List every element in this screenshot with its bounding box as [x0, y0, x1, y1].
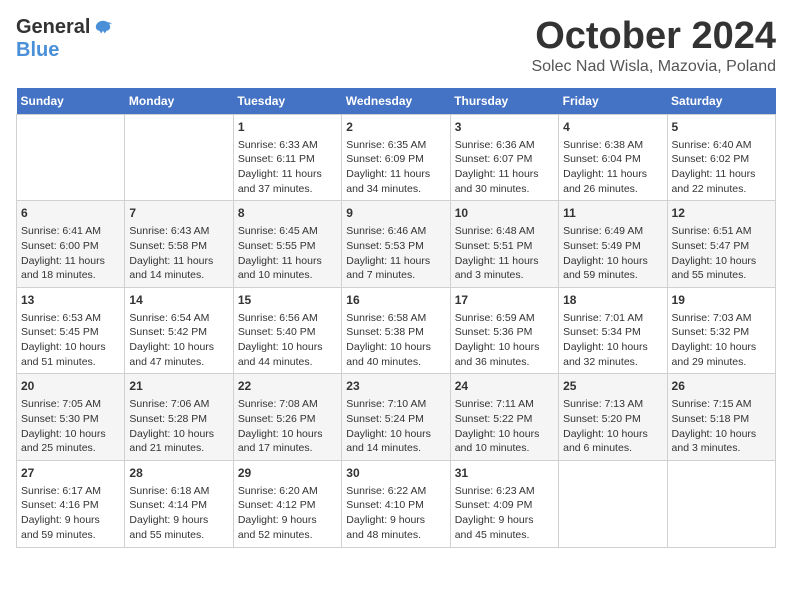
- logo-general-text: General: [16, 16, 90, 39]
- calendar-cell: 25Sunrise: 7:13 AMSunset: 5:20 PMDayligh…: [559, 374, 667, 461]
- calendar-cell: 29Sunrise: 6:20 AMSunset: 4:12 PMDayligh…: [233, 460, 341, 547]
- logo-blue-text: Blue: [16, 39, 59, 62]
- calendar-cell: 3Sunrise: 6:36 AMSunset: 6:07 PMDaylight…: [450, 114, 558, 201]
- calendar-cell: 7Sunrise: 6:43 AMSunset: 5:58 PMDaylight…: [125, 201, 233, 288]
- calendar-cell: 14Sunrise: 6:54 AMSunset: 5:42 PMDayligh…: [125, 287, 233, 374]
- day-number: 30: [346, 465, 445, 482]
- location-text: Solec Nad Wisla, Mazovia, Poland: [531, 58, 776, 76]
- calendar-table: SundayMondayTuesdayWednesdayThursdayFrid…: [16, 88, 776, 548]
- day-number: 24: [455, 378, 554, 395]
- day-number: 3: [455, 119, 554, 136]
- calendar-week-row: 20Sunrise: 7:05 AMSunset: 5:30 PMDayligh…: [17, 374, 776, 461]
- day-number: 2: [346, 119, 445, 136]
- calendar-cell: 27Sunrise: 6:17 AMSunset: 4:16 PMDayligh…: [17, 460, 125, 547]
- day-header-sunday: Sunday: [17, 88, 125, 115]
- calendar-cell: 31Sunrise: 6:23 AMSunset: 4:09 PMDayligh…: [450, 460, 558, 547]
- day-header-friday: Friday: [559, 88, 667, 115]
- calendar-cell: 18Sunrise: 7:01 AMSunset: 5:34 PMDayligh…: [559, 287, 667, 374]
- day-number: 17: [455, 292, 554, 309]
- day-number: 28: [129, 465, 228, 482]
- calendar-week-row: 27Sunrise: 6:17 AMSunset: 4:16 PMDayligh…: [17, 460, 776, 547]
- calendar-cell: 24Sunrise: 7:11 AMSunset: 5:22 PMDayligh…: [450, 374, 558, 461]
- day-number: 5: [672, 119, 771, 136]
- logo-bird-icon: [94, 19, 112, 37]
- day-number: 16: [346, 292, 445, 309]
- calendar-cell: 30Sunrise: 6:22 AMSunset: 4:10 PMDayligh…: [342, 460, 450, 547]
- calendar-cell: 16Sunrise: 6:58 AMSunset: 5:38 PMDayligh…: [342, 287, 450, 374]
- day-number: 10: [455, 205, 554, 222]
- calendar-cell: 1Sunrise: 6:33 AMSunset: 6:11 PMDaylight…: [233, 114, 341, 201]
- calendar-cell: 9Sunrise: 6:46 AMSunset: 5:53 PMDaylight…: [342, 201, 450, 288]
- calendar-cell: [17, 114, 125, 201]
- day-number: 9: [346, 205, 445, 222]
- day-number: 15: [238, 292, 337, 309]
- calendar-cell: 15Sunrise: 6:56 AMSunset: 5:40 PMDayligh…: [233, 287, 341, 374]
- calendar-cell: 19Sunrise: 7:03 AMSunset: 5:32 PMDayligh…: [667, 287, 775, 374]
- day-number: 23: [346, 378, 445, 395]
- calendar-cell: 2Sunrise: 6:35 AMSunset: 6:09 PMDaylight…: [342, 114, 450, 201]
- day-number: 27: [21, 465, 120, 482]
- day-number: 13: [21, 292, 120, 309]
- calendar-cell: 13Sunrise: 6:53 AMSunset: 5:45 PMDayligh…: [17, 287, 125, 374]
- day-number: 6: [21, 205, 120, 222]
- day-number: 4: [563, 119, 662, 136]
- calendar-cell: 6Sunrise: 6:41 AMSunset: 6:00 PMDaylight…: [17, 201, 125, 288]
- day-number: 21: [129, 378, 228, 395]
- day-header-saturday: Saturday: [667, 88, 775, 115]
- calendar-cell: 10Sunrise: 6:48 AMSunset: 5:51 PMDayligh…: [450, 201, 558, 288]
- day-number: 19: [672, 292, 771, 309]
- day-number: 22: [238, 378, 337, 395]
- day-number: 7: [129, 205, 228, 222]
- day-number: 29: [238, 465, 337, 482]
- calendar-cell: [667, 460, 775, 547]
- month-title: October 2024: [531, 16, 776, 58]
- calendar-cell: [559, 460, 667, 547]
- calendar-week-row: 6Sunrise: 6:41 AMSunset: 6:00 PMDaylight…: [17, 201, 776, 288]
- calendar-cell: 4Sunrise: 6:38 AMSunset: 6:04 PMDaylight…: [559, 114, 667, 201]
- day-number: 25: [563, 378, 662, 395]
- day-header-tuesday: Tuesday: [233, 88, 341, 115]
- calendar-cell: 21Sunrise: 7:06 AMSunset: 5:28 PMDayligh…: [125, 374, 233, 461]
- calendar-week-row: 1Sunrise: 6:33 AMSunset: 6:11 PMDaylight…: [17, 114, 776, 201]
- day-number: 1: [238, 119, 337, 136]
- day-number: 31: [455, 465, 554, 482]
- title-section: October 2024 Solec Nad Wisla, Mazovia, P…: [531, 16, 776, 76]
- calendar-cell: 5Sunrise: 6:40 AMSunset: 6:02 PMDaylight…: [667, 114, 775, 201]
- day-number: 12: [672, 205, 771, 222]
- day-number: 11: [563, 205, 662, 222]
- calendar-cell: 20Sunrise: 7:05 AMSunset: 5:30 PMDayligh…: [17, 374, 125, 461]
- day-number: 18: [563, 292, 662, 309]
- calendar-cell: [125, 114, 233, 201]
- calendar-cell: 26Sunrise: 7:15 AMSunset: 5:18 PMDayligh…: [667, 374, 775, 461]
- logo: General Blue: [16, 16, 112, 62]
- day-number: 8: [238, 205, 337, 222]
- day-number: 14: [129, 292, 228, 309]
- calendar-week-row: 13Sunrise: 6:53 AMSunset: 5:45 PMDayligh…: [17, 287, 776, 374]
- calendar-cell: 17Sunrise: 6:59 AMSunset: 5:36 PMDayligh…: [450, 287, 558, 374]
- calendar-cell: 28Sunrise: 6:18 AMSunset: 4:14 PMDayligh…: [125, 460, 233, 547]
- calendar-cell: 12Sunrise: 6:51 AMSunset: 5:47 PMDayligh…: [667, 201, 775, 288]
- calendar-header-row: SundayMondayTuesdayWednesdayThursdayFrid…: [17, 88, 776, 115]
- calendar-cell: 8Sunrise: 6:45 AMSunset: 5:55 PMDaylight…: [233, 201, 341, 288]
- calendar-cell: 23Sunrise: 7:10 AMSunset: 5:24 PMDayligh…: [342, 374, 450, 461]
- day-header-wednesday: Wednesday: [342, 88, 450, 115]
- page-header: General Blue October 2024 Solec Nad Wisl…: [16, 16, 776, 76]
- day-number: 20: [21, 378, 120, 395]
- calendar-cell: 11Sunrise: 6:49 AMSunset: 5:49 PMDayligh…: [559, 201, 667, 288]
- day-number: 26: [672, 378, 771, 395]
- calendar-cell: 22Sunrise: 7:08 AMSunset: 5:26 PMDayligh…: [233, 374, 341, 461]
- day-header-thursday: Thursday: [450, 88, 558, 115]
- day-header-monday: Monday: [125, 88, 233, 115]
